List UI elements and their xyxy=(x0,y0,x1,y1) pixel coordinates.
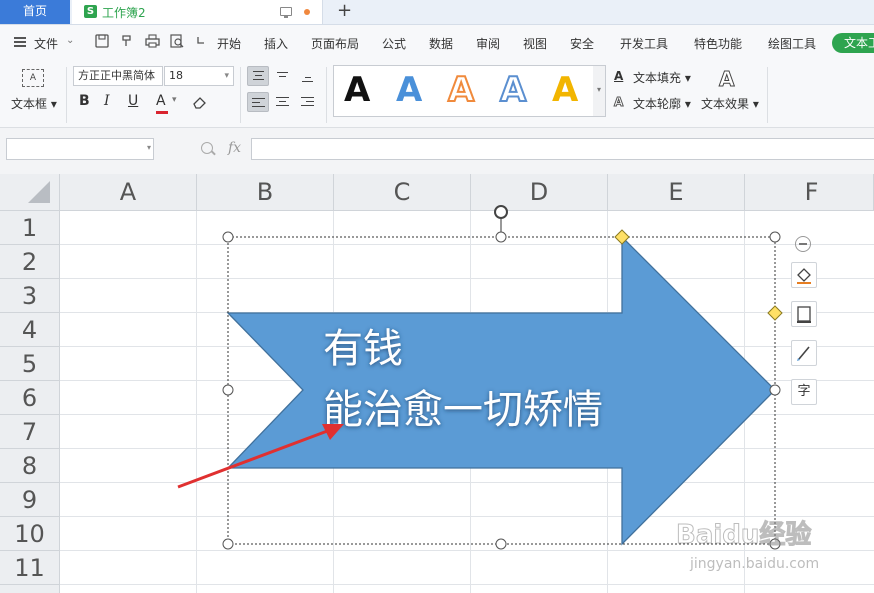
adjust-handle-shaft[interactable] xyxy=(767,305,783,321)
resize-handle-left[interactable] xyxy=(222,384,234,396)
text-tool-button[interactable]: 字 xyxy=(791,379,817,405)
resize-handle-top-left[interactable] xyxy=(222,231,234,243)
resize-handle-top[interactable] xyxy=(495,231,507,243)
shape-overlay: 有钱 能治愈一切矫情 Baidu经验 jingyan.baidu.com xyxy=(177,205,820,573)
fill-bucket-icon xyxy=(797,268,811,284)
watermark-brand: Baidu经验 xyxy=(676,519,811,550)
resize-handle-bottom-left[interactable] xyxy=(222,538,234,550)
resize-handle-right[interactable] xyxy=(769,384,781,396)
shape-text-line2[interactable]: 能治愈一切矫情 xyxy=(323,387,603,433)
rotate-handle-icon[interactable] xyxy=(494,205,508,219)
resize-handle-top-right[interactable] xyxy=(769,231,781,243)
watermark-url: jingyan.baidu.com xyxy=(689,556,819,572)
collapse-toolbar-button[interactable] xyxy=(795,236,811,252)
shape-text-line1[interactable]: 有钱 xyxy=(323,326,403,372)
outline-icon xyxy=(797,306,811,323)
shape-fill-button[interactable] xyxy=(791,262,817,288)
brush-icon xyxy=(797,346,810,361)
shape-style-button[interactable] xyxy=(791,340,817,366)
text-tool-icon: 字 xyxy=(797,384,811,399)
resize-handle-bottom[interactable] xyxy=(495,538,507,550)
watermark: Baidu经验 jingyan.baidu.com xyxy=(676,519,820,573)
shape-outline-button[interactable] xyxy=(791,301,817,327)
